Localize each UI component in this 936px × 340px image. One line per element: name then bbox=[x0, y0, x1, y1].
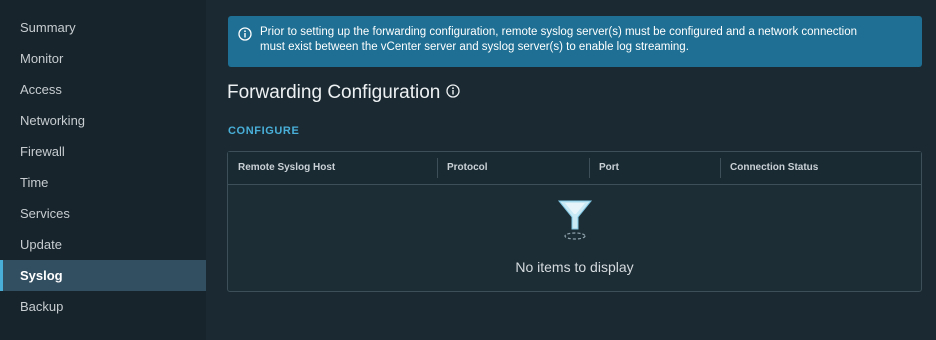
alert-text-line-1: Prior to setting up the forwarding confi… bbox=[260, 26, 858, 38]
sidebar-item-networking[interactable]: Networking bbox=[0, 105, 206, 136]
column-header-protocol[interactable]: Protocol bbox=[437, 152, 589, 184]
sidebar-item-syslog[interactable]: Syslog bbox=[0, 260, 206, 291]
datagrid-header: Remote Syslog Host Protocol Port Connect… bbox=[228, 152, 921, 185]
page-title: Forwarding Configuration bbox=[227, 82, 460, 104]
sidebar: Summary Monitor Access Networking Firewa… bbox=[0, 0, 206, 340]
sidebar-item-time[interactable]: Time bbox=[0, 167, 206, 198]
alert-text-line-2: must exist between the vCenter server an… bbox=[260, 41, 689, 53]
sidebar-item-access[interactable]: Access bbox=[0, 74, 206, 105]
main-content: Prior to setting up the forwarding confi… bbox=[206, 0, 936, 340]
column-header-remote-syslog-host[interactable]: Remote Syslog Host bbox=[228, 152, 437, 184]
sidebar-nav: Summary Monitor Access Networking Firewa… bbox=[0, 0, 206, 322]
info-icon[interactable] bbox=[446, 82, 460, 104]
sidebar-item-monitor[interactable]: Monitor bbox=[0, 43, 206, 74]
column-header-connection-status[interactable]: Connection Status bbox=[720, 152, 921, 184]
page-title-text: Forwarding Configuration bbox=[227, 82, 441, 103]
info-alert: Prior to setting up the forwarding confi… bbox=[228, 16, 922, 67]
configure-button[interactable]: CONFIGURE bbox=[228, 125, 299, 137]
filter-funnel-icon bbox=[557, 200, 592, 240]
sidebar-item-update[interactable]: Update bbox=[0, 229, 206, 260]
sidebar-item-backup[interactable]: Backup bbox=[0, 291, 206, 322]
column-header-port[interactable]: Port bbox=[589, 152, 720, 184]
info-icon bbox=[238, 27, 252, 46]
sidebar-item-firewall[interactable]: Firewall bbox=[0, 136, 206, 167]
datagrid-placeholder: No items to display bbox=[228, 185, 921, 291]
sidebar-item-services[interactable]: Services bbox=[0, 198, 206, 229]
forwarding-datagrid: Remote Syslog Host Protocol Port Connect… bbox=[227, 151, 922, 292]
empty-state-text: No items to display bbox=[515, 259, 634, 275]
sidebar-item-summary[interactable]: Summary bbox=[0, 12, 206, 43]
